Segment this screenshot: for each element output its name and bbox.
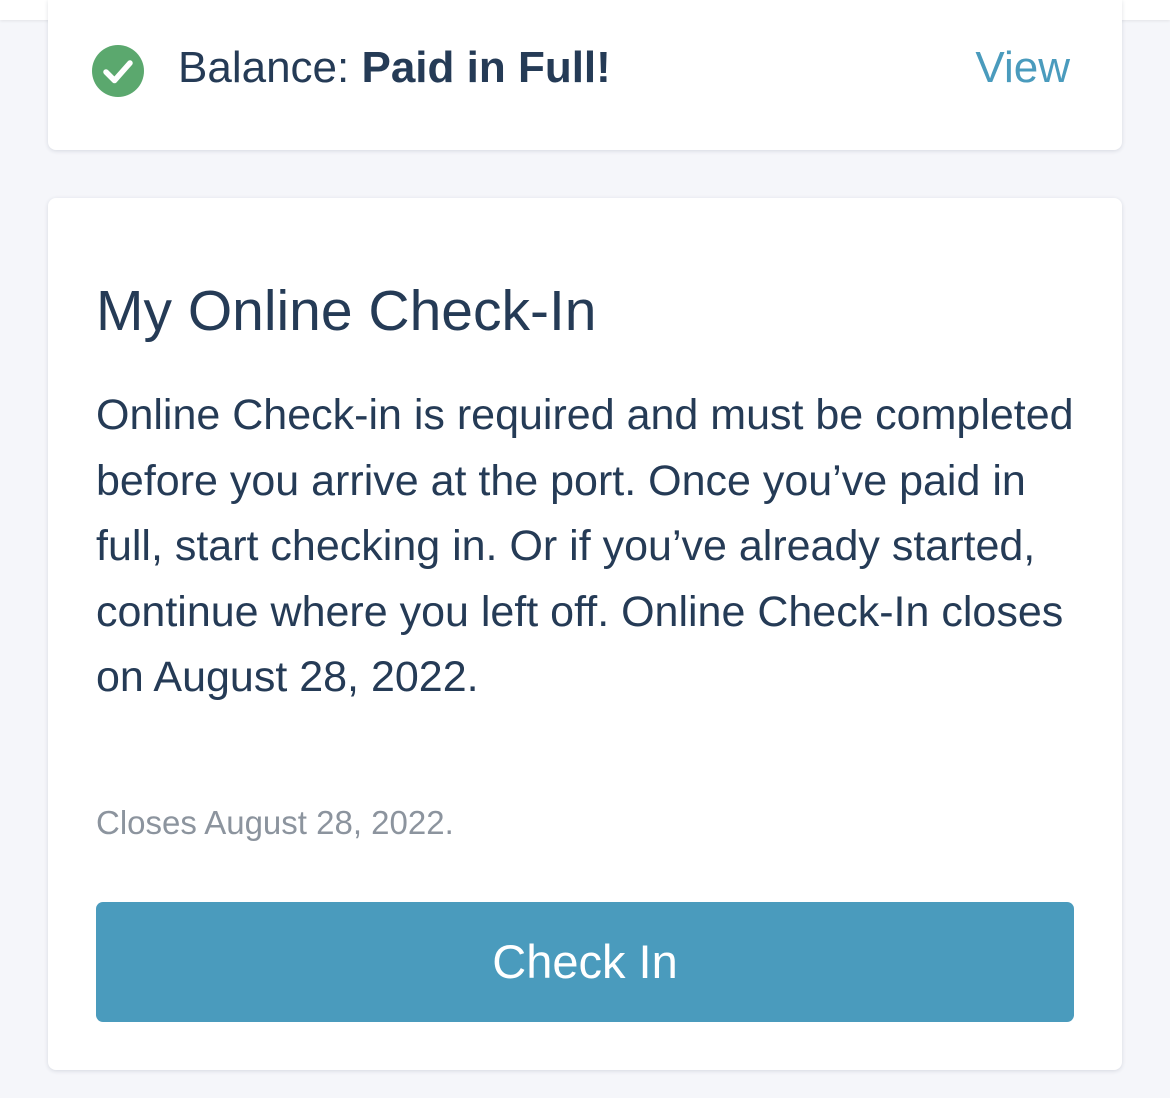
balance-text: Balance: Paid in Full! (178, 40, 611, 96)
balance-status: Paid in Full! (361, 43, 611, 92)
checkin-description: Online Check-in is required and must be … (96, 391, 1074, 701)
check-circle-icon (92, 45, 144, 97)
check-in-button[interactable]: Check In (96, 902, 1074, 1022)
checkin-closes-note: Closes August 28, 2022. (96, 804, 454, 841)
checkin-title: My Online Check-In (96, 279, 597, 343)
balance-label: Balance: (178, 43, 362, 92)
view-balance-link[interactable]: View (975, 40, 1070, 96)
